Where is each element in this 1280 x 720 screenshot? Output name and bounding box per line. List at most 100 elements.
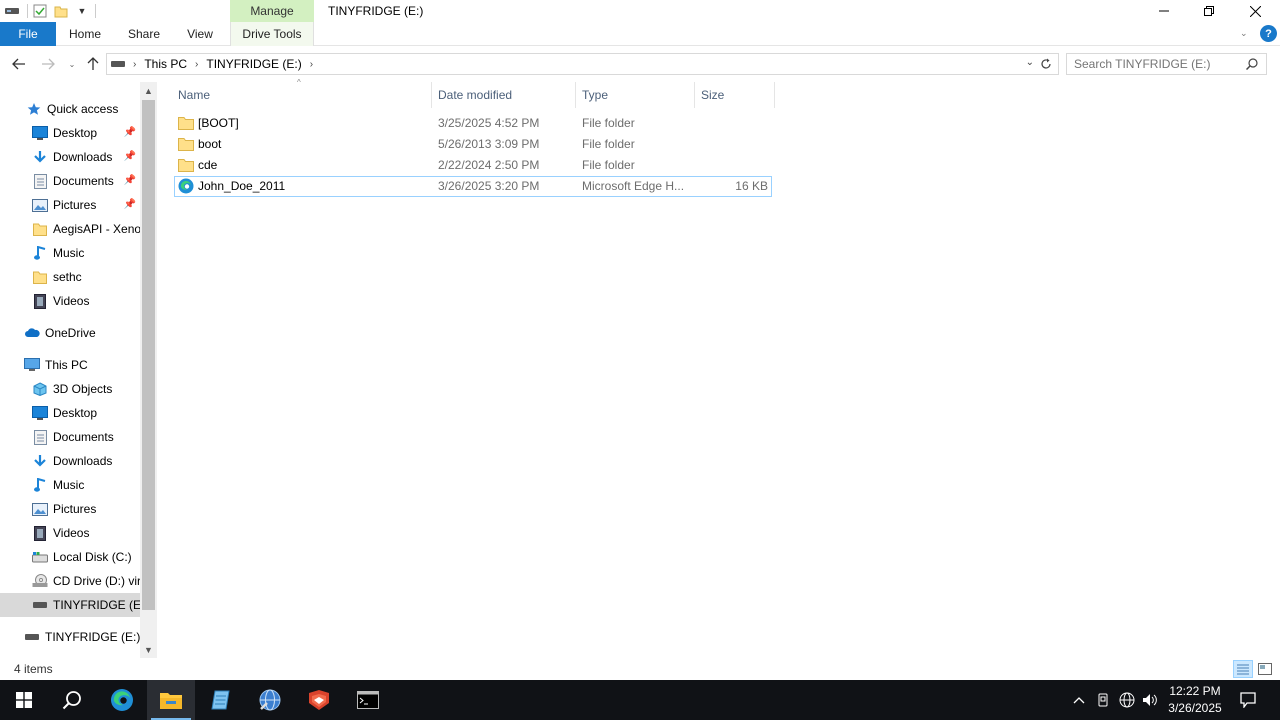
nav-removable-tinyfridge[interactable]: TINYFRIDGE (E:): [0, 625, 140, 649]
nav-item-desktop[interactable]: Desktop 📌: [0, 121, 140, 145]
security-app-icon[interactable]: [295, 680, 343, 720]
up-icon[interactable]: [83, 54, 103, 74]
breadcrumb-tinyfridge[interactable]: TINYFRIDGE (E:): [206, 57, 301, 71]
nav-item-music[interactable]: Music: [0, 241, 140, 265]
refresh-icon[interactable]: [1036, 54, 1056, 74]
breadcrumb-chevron-icon[interactable]: ›: [310, 59, 313, 70]
scroll-down-icon[interactable]: ▼: [140, 641, 157, 658]
downloads-icon: [32, 453, 48, 469]
quick-access-toolbar: ▼: [0, 0, 96, 22]
nav-item-cd-drive[interactable]: CD Drive (D:) virt: [0, 569, 140, 593]
breadcrumb-this-pc[interactable]: This PC: [144, 57, 187, 71]
nav-item-3d-objects[interactable]: 3D Objects: [0, 377, 140, 401]
nav-onedrive[interactable]: OneDrive: [0, 321, 140, 345]
file-date: 3/25/2025 4:52 PM: [438, 116, 540, 130]
recent-locations-icon[interactable]: ⌄: [62, 54, 82, 74]
help-icon[interactable]: ?: [1260, 25, 1277, 42]
drive-icon[interactable]: [3, 2, 21, 20]
tab-drive-tools[interactable]: Drive Tools: [230, 22, 314, 46]
nav-item-videos-pc[interactable]: Videos: [0, 521, 140, 545]
network-icon[interactable]: [1117, 680, 1137, 720]
nav-item-downloads[interactable]: Downloads 📌: [0, 145, 140, 169]
column-header-size[interactable]: Size: [695, 82, 775, 108]
tab-share[interactable]: Share: [122, 22, 166, 46]
file-type: Microsoft Edge H...: [582, 179, 685, 193]
nav-item-videos[interactable]: Videos: [0, 289, 140, 313]
nav-item-pictures[interactable]: Pictures 📌: [0, 193, 140, 217]
show-hidden-icons-icon[interactable]: [1070, 680, 1088, 720]
nav-item-pictures-pc[interactable]: Pictures: [0, 497, 140, 521]
nav-item-desktop-pc[interactable]: Desktop: [0, 401, 140, 425]
music-icon: [32, 477, 48, 493]
nav-scrollbar[interactable]: ▲ ▼: [140, 82, 157, 658]
videos-icon: [32, 293, 48, 309]
column-header-date[interactable]: Date modified: [432, 82, 576, 108]
nav-label: 3D Objects: [53, 382, 113, 396]
manage-contextual-tab[interactable]: Manage: [230, 0, 314, 22]
tab-file[interactable]: File: [0, 22, 56, 46]
scrollbar-thumb[interactable]: [142, 100, 155, 610]
computer-icon: [24, 357, 40, 373]
cd-drive-icon: [32, 573, 48, 589]
nav-this-pc[interactable]: This PC: [0, 353, 140, 377]
customize-qat-icon[interactable]: ▼: [73, 2, 91, 20]
properties-icon[interactable]: [31, 2, 49, 20]
breadcrumb-chevron-icon[interactable]: ›: [133, 59, 136, 70]
notifications-icon[interactable]: [1234, 680, 1262, 720]
file-row[interactable]: boot 5/26/2013 3:09 PM File folder: [174, 134, 772, 155]
nav-item-local-disk[interactable]: Local Disk (C:): [0, 545, 140, 569]
search-icon[interactable]: [1245, 58, 1258, 73]
nav-item-documents[interactable]: Documents 📌: [0, 169, 140, 193]
start-button[interactable]: [0, 680, 48, 720]
taskbar-clock[interactable]: 12:22 PM 3/26/2025: [1166, 683, 1224, 717]
nav-item-documents-pc[interactable]: Documents: [0, 425, 140, 449]
search-box[interactable]: [1066, 53, 1267, 75]
file-row[interactable]: John_Doe_2011 3/26/2025 3:20 PM Microsof…: [174, 176, 772, 197]
file-explorer-icon[interactable]: [147, 680, 195, 720]
edge-icon[interactable]: [98, 680, 146, 720]
restore-button[interactable]: [1186, 0, 1232, 22]
nav-item-aegisapi[interactable]: AegisAPI - Xeno: [0, 217, 140, 241]
file-row[interactable]: [BOOT] 3/25/2025 4:52 PM File folder: [174, 113, 772, 134]
expand-ribbon-icon[interactable]: ⌄: [1240, 28, 1248, 39]
nav-label: Downloads: [53, 454, 113, 468]
nav-label: sethc: [53, 270, 82, 284]
nav-item-sethc[interactable]: sethc: [0, 265, 140, 289]
nav-label: Pictures: [53, 198, 97, 212]
folder-icon: [32, 221, 48, 237]
address-dropdown-icon[interactable]: ⌄: [1026, 57, 1034, 68]
close-button[interactable]: [1232, 0, 1278, 22]
nav-item-downloads-pc[interactable]: Downloads: [0, 449, 140, 473]
documents-icon: [32, 429, 48, 445]
details-view-icon[interactable]: [1233, 660, 1253, 678]
scroll-up-icon[interactable]: ▲: [140, 82, 157, 99]
minimize-button[interactable]: [1141, 0, 1187, 22]
file-date: 5/26/2013 3:09 PM: [438, 137, 540, 151]
new-folder-icon[interactable]: [52, 2, 70, 20]
search-icon[interactable]: [48, 680, 96, 720]
notepad-icon[interactable]: [197, 680, 245, 720]
back-icon[interactable]: [9, 54, 29, 74]
nav-item-music-pc[interactable]: Music: [0, 473, 140, 497]
device-icon[interactable]: [1094, 680, 1112, 720]
file-name: boot: [198, 137, 222, 151]
file-row[interactable]: cde 2/22/2024 2:50 PM File folder: [174, 155, 772, 176]
nav-item-tinyfridge-pc[interactable]: TINYFRIDGE (E:): [0, 593, 140, 617]
address-bar[interactable]: › This PC › TINYFRIDGE (E:) › ⌄: [106, 53, 1059, 75]
tab-view[interactable]: View: [180, 22, 220, 46]
search-input[interactable]: [1067, 57, 1237, 71]
pin-icon: 📌: [123, 175, 136, 186]
folder-icon: [178, 115, 194, 131]
videos-icon: [32, 525, 48, 541]
volume-icon[interactable]: [1140, 680, 1160, 720]
pin-icon: 📌: [123, 199, 136, 210]
tab-home[interactable]: Home: [62, 22, 108, 46]
nav-quick-access[interactable]: Quick access: [0, 97, 140, 121]
terminal-icon[interactable]: [344, 680, 392, 720]
column-header-name[interactable]: Name: [172, 82, 432, 108]
forward-icon[interactable]: [38, 54, 58, 74]
column-header-type[interactable]: Type: [576, 82, 695, 108]
breadcrumb-chevron-icon[interactable]: ›: [195, 59, 198, 70]
large-icons-view-icon[interactable]: [1255, 660, 1275, 678]
network-globe-icon[interactable]: [246, 680, 294, 720]
